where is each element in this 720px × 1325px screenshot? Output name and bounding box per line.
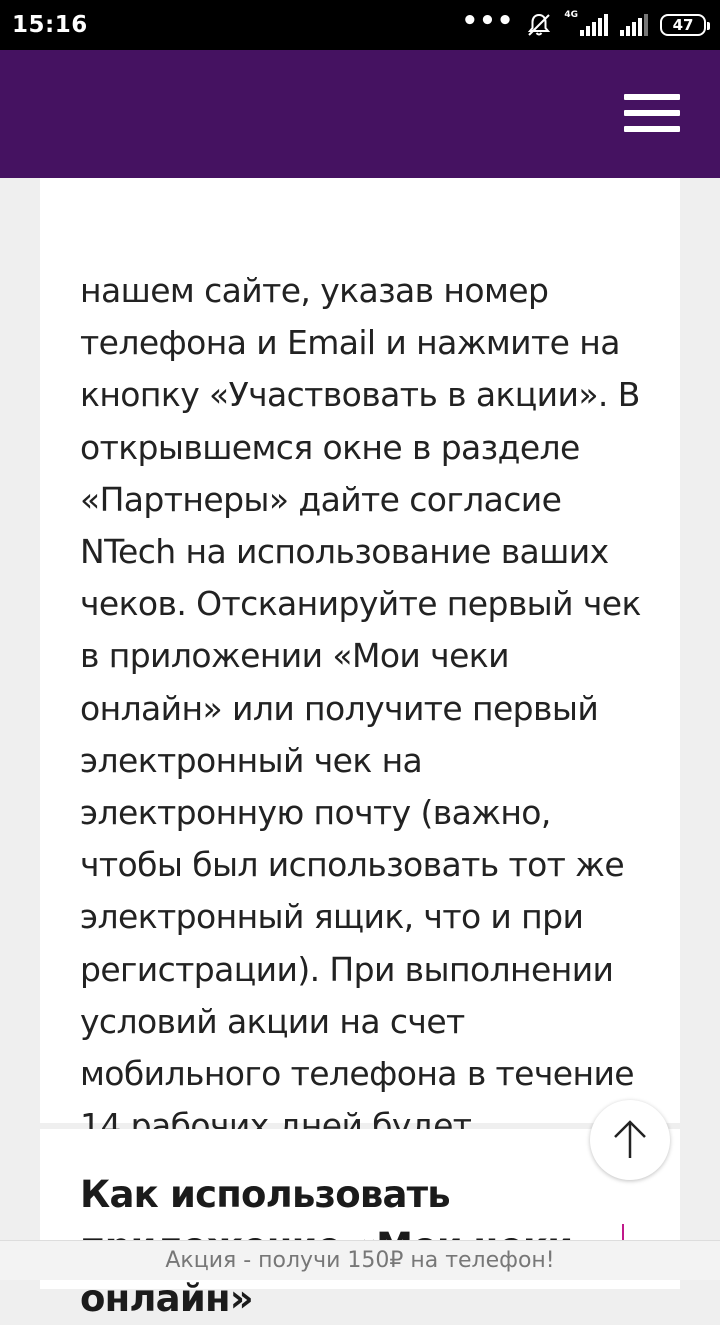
menu-bar-line bbox=[624, 110, 680, 116]
menu-bar-line bbox=[624, 94, 680, 100]
article-card: нашем сайте, указав номер телефона и Ema… bbox=[40, 120, 680, 1197]
promo-banner[interactable]: Акция - получи 150₽ на телефон! bbox=[0, 1240, 720, 1280]
menu-bar-line bbox=[624, 126, 680, 132]
promo-banner-text: Акция - получи 150₽ на телефон! bbox=[165, 1248, 555, 1273]
site-header bbox=[0, 50, 720, 178]
status-icons: ••• 4G 47 bbox=[461, 8, 710, 38]
article-paragraph: нашем сайте, указав номер телефона и Ema… bbox=[80, 271, 641, 1197]
signal-icon bbox=[580, 14, 608, 36]
hamburger-menu-button[interactable] bbox=[618, 88, 686, 138]
arrow-up-icon bbox=[614, 1120, 646, 1158]
network-type-label: 4G bbox=[564, 10, 578, 20]
bell-muted-icon bbox=[528, 13, 551, 36]
scroll-to-top-button[interactable] bbox=[590, 1100, 670, 1180]
status-bar: 15:16 ••• 4G 47 bbox=[0, 0, 720, 50]
battery-level: 47 bbox=[672, 16, 694, 34]
signal-icon-secondary bbox=[620, 14, 648, 36]
status-time: 15:16 bbox=[12, 12, 88, 38]
battery-icon: 47 bbox=[660, 14, 710, 36]
more-notifications-icon: ••• bbox=[461, 6, 515, 36]
